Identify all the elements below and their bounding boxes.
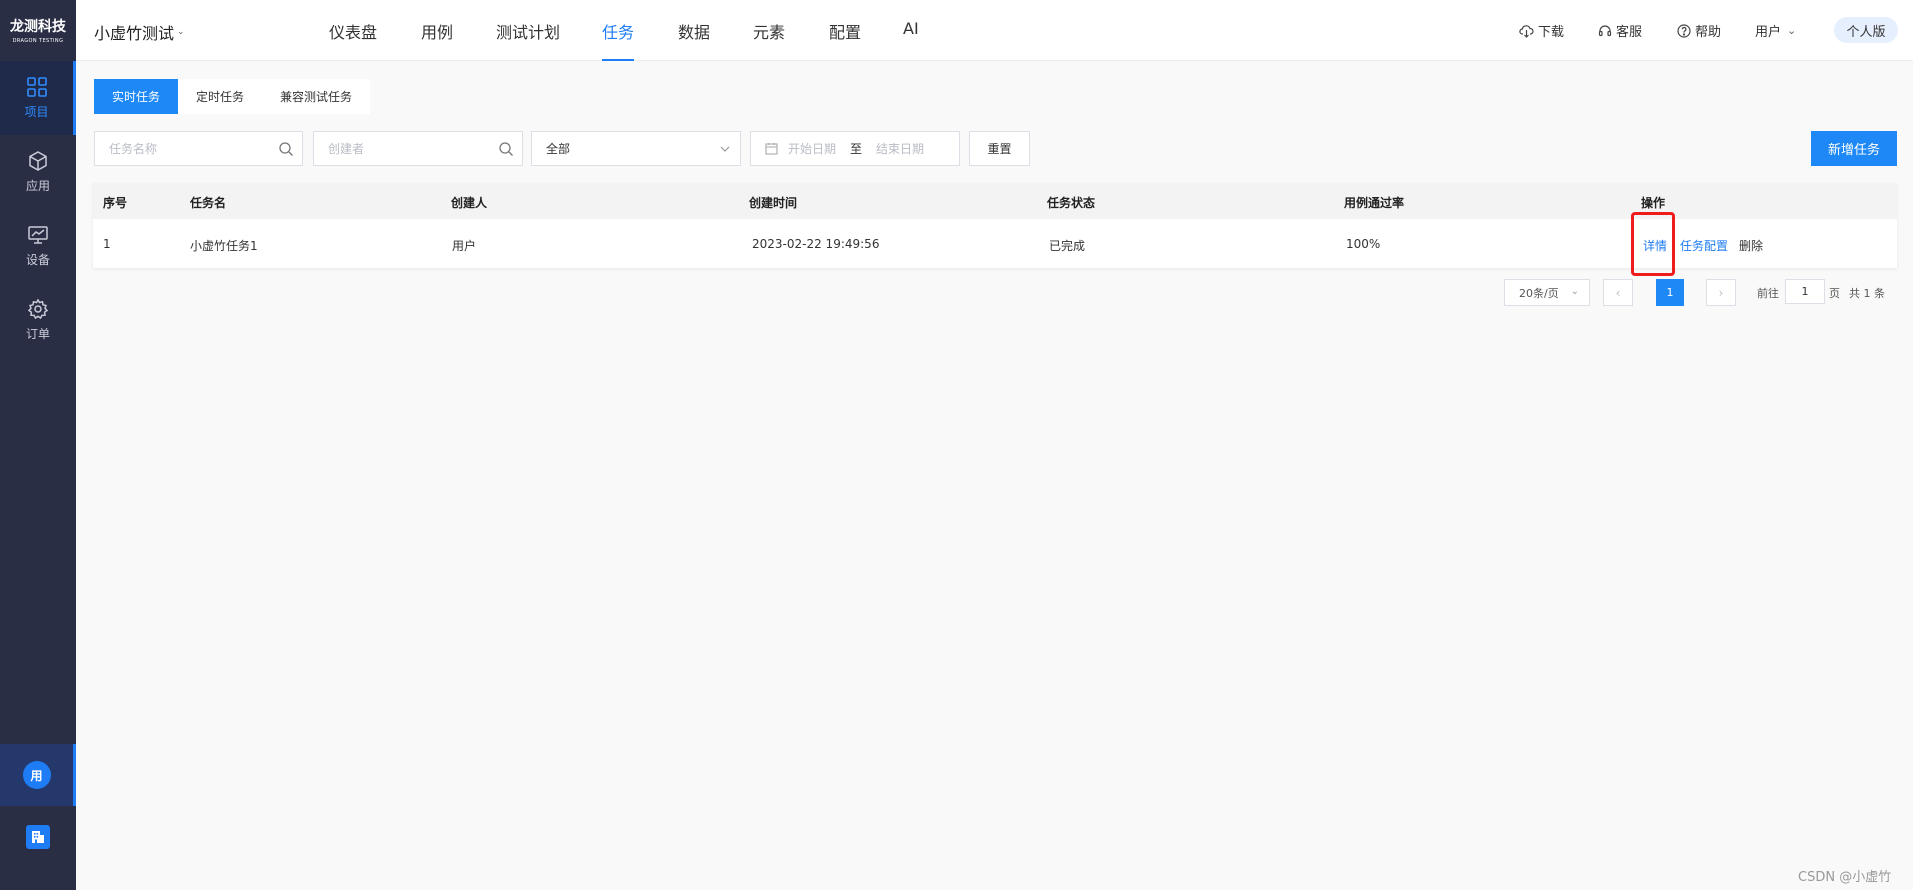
project-selector[interactable]: 小虚竹测试 ⌄	[94, 20, 185, 44]
nav-elements[interactable]: 元素	[753, 19, 785, 61]
add-task-button[interactable]: 新增任务	[1811, 131, 1897, 166]
help-button[interactable]: 帮助	[1677, 21, 1721, 40]
task-table: 序号 任务名 创建人 创建时间 任务状态 用例通过率 操作 1 小虚竹任务1 用…	[93, 183, 1897, 268]
creator-input[interactable]: 创建者	[313, 131, 523, 166]
col-created-time: 创建时间	[749, 196, 798, 210]
status-value: 全部	[546, 142, 571, 156]
goto-prefix: 前往	[1757, 287, 1779, 300]
tab-compat[interactable]: 兼容测试任务	[262, 79, 370, 114]
cell-status: 已完成	[1049, 239, 1086, 253]
total-count: 共 1 条	[1849, 287, 1885, 300]
chevron-down-icon: ⌄	[1570, 286, 1579, 297]
grid-icon	[26, 77, 47, 97]
left-sidebar: 龙测科技 DRAGON TESTING 项目 应用 设备 订单 用	[0, 0, 76, 890]
search-icon	[499, 142, 513, 156]
col-status: 任务状态	[1047, 196, 1096, 210]
chevron-down-icon: ⌄	[177, 27, 185, 37]
col-pass-rate: 用例通过率	[1344, 196, 1405, 210]
question-circle-icon	[1677, 23, 1691, 38]
search-icon	[279, 142, 293, 156]
brand-sub: DRAGON TESTING	[12, 38, 64, 44]
sidebar-item-device[interactable]: 设备	[0, 209, 76, 283]
download-label: 下载	[1538, 25, 1565, 40]
end-date-placeholder: 结束日期	[876, 142, 925, 156]
building-icon	[26, 825, 50, 849]
chevron-down-icon	[720, 146, 730, 152]
user-label: 用户	[1755, 25, 1782, 40]
cell-pass-rate: 100%	[1346, 237, 1381, 251]
chevron-down-icon: ⌄	[1787, 24, 1797, 37]
calendar-icon	[765, 143, 778, 155]
nav-data[interactable]: 数据	[678, 19, 710, 61]
cell-task-name: 小虚竹任务1	[190, 239, 258, 253]
brand-name: 龙测科技	[10, 19, 66, 35]
cell-created-time: 2023-02-22 19:49:56	[752, 237, 880, 251]
sidebar-item-label: 应用	[25, 179, 50, 193]
col-creator: 创建人	[451, 196, 488, 210]
nav-dashboard[interactable]: 仪表盘	[329, 19, 377, 61]
plan-badge[interactable]: 个人版	[1834, 17, 1898, 43]
prev-page-button[interactable]: ‹	[1603, 279, 1633, 306]
project-name: 小虚竹测试	[94, 24, 175, 43]
user-menu[interactable]: 用户 ⌄	[1755, 21, 1796, 40]
cell-index: 1	[103, 237, 111, 251]
date-separator: 至	[850, 142, 863, 156]
sidebar-item-app[interactable]: 应用	[0, 135, 76, 209]
sidebar-item-order[interactable]: 订单	[0, 283, 76, 357]
download-button[interactable]: 下载	[1519, 21, 1564, 40]
sidebar-item-label: 设备	[25, 253, 50, 267]
cell-creator: 用户	[452, 239, 477, 253]
page-size-value: 20条/页	[1519, 286, 1559, 300]
col-actions: 操作	[1641, 196, 1666, 210]
next-page-button[interactable]: ›	[1706, 279, 1736, 306]
nav-config[interactable]: 配置	[829, 19, 861, 61]
watermark: CSDN @小虚竹	[1798, 870, 1892, 885]
support-label: 客服	[1616, 25, 1643, 40]
delete-link[interactable]: 删除	[1739, 237, 1763, 254]
reset-button[interactable]: 重置	[969, 131, 1030, 166]
col-index: 序号	[103, 196, 128, 210]
chevron-right-icon: ›	[1718, 285, 1724, 300]
goto-page-input[interactable]: 1	[1785, 279, 1825, 304]
task-type-tabs: 实时任务 定时任务 兼容测试任务	[94, 79, 371, 114]
table-header: 序号 任务名 创建人 创建时间 任务状态 用例通过率 操作	[93, 183, 1897, 219]
support-button[interactable]: 客服	[1598, 21, 1642, 40]
cube-icon	[29, 151, 47, 171]
goto-suffix: 页	[1829, 287, 1840, 300]
creator-placeholder: 创建者	[328, 142, 365, 156]
nav-cases[interactable]: 用例	[421, 19, 453, 61]
date-range-picker[interactable]: 开始日期 至 结束日期	[750, 131, 960, 166]
start-date-placeholder: 开始日期	[788, 142, 837, 156]
status-select[interactable]: 全部	[531, 131, 741, 166]
headset-icon	[1598, 24, 1612, 36]
sidebar-item-label: 订单	[25, 327, 50, 341]
organization-button[interactable]	[0, 806, 76, 868]
highlight-box	[1631, 212, 1675, 276]
task-name-input[interactable]: 任务名称	[94, 131, 303, 166]
gear-icon	[27, 298, 49, 320]
task-name-placeholder: 任务名称	[109, 142, 158, 156]
sidebar-item-project[interactable]: 项目	[0, 61, 76, 135]
nav-test-plan[interactable]: 测试计划	[496, 19, 560, 61]
task-config-link[interactable]: 任务配置	[1680, 237, 1728, 254]
monitor-icon	[28, 226, 48, 244]
page-size-select[interactable]: 20条/页 ⌄	[1504, 279, 1590, 306]
top-header: 小虚竹测试 ⌄ 仪表盘 用例 测试计划 任务 数据 元素 配置 AI 下载 客服…	[76, 0, 1913, 61]
help-label: 帮助	[1695, 25, 1722, 40]
page-number-current[interactable]: 1	[1656, 279, 1684, 306]
chevron-left-icon: ‹	[1615, 285, 1621, 300]
user-avatar-button[interactable]: 用	[0, 744, 76, 806]
sidebar-item-label: 项目	[24, 105, 49, 119]
nav-tasks[interactable]: 任务	[602, 19, 635, 61]
tab-scheduled[interactable]: 定时任务	[178, 79, 262, 114]
col-task-name: 任务名	[190, 196, 227, 210]
tab-realtime[interactable]: 实时任务	[94, 79, 179, 114]
cloud-download-icon	[1519, 24, 1534, 38]
avatar: 用	[22, 761, 51, 789]
brand-logo[interactable]: 龙测科技 DRAGON TESTING	[0, 0, 76, 60]
nav-ai[interactable]: AI	[903, 19, 919, 61]
